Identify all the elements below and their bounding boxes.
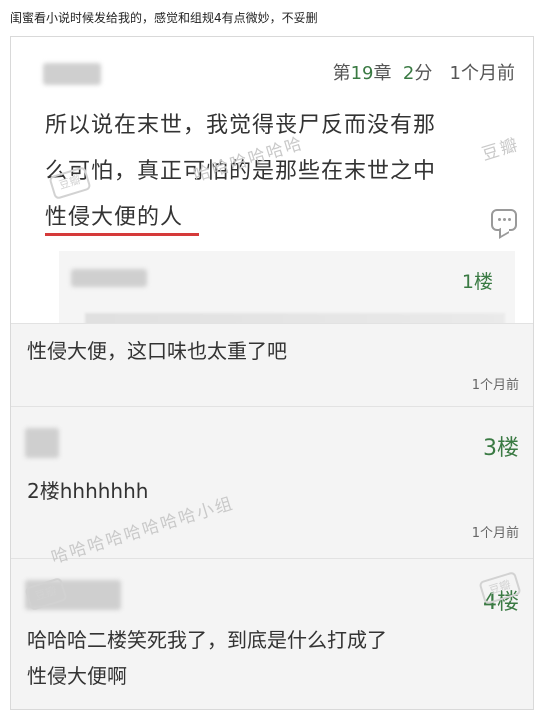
comment-bubble-icon[interactable] [491, 209, 517, 231]
highlight-underline [45, 233, 199, 236]
divider [11, 406, 533, 407]
score-suffix: 分 [414, 63, 433, 84]
reply-time: 1个月前 [471, 378, 519, 393]
divider [11, 558, 533, 559]
reply-time: 1个月前 [471, 526, 519, 541]
reply-line-1: 哈哈哈二楼笑死我了，到底是什么打成了 [27, 628, 387, 652]
chapter-suffix: 章 [373, 63, 392, 84]
blurred-avatar [25, 428, 59, 458]
reply-line-2: 性侵大便啊 [27, 664, 127, 688]
score-number: 2 [402, 63, 415, 84]
blurred-username [43, 63, 101, 85]
screenshot-frame: 第19章 2分 1个月前 所以说在末世，我觉得丧尸反而没有那 么可怕，真正可怕的… [10, 36, 534, 710]
reply-text: 性侵大便，这口味也太重了吧 [27, 339, 287, 363]
replies-panel: 性侵大便，这口味也太重了吧 1个月前 3楼 2楼hhhhhhh 1个月前 4楼 … [11, 323, 533, 709]
comment-body: 所以说在末世，我觉得丧尸反而没有那 么可怕，真正可怕的是那些在末世之中 性侵大便… [45, 103, 485, 241]
comment-meta: 第19章 2分 1个月前 [333, 59, 515, 85]
chapter-prefix: 第 [332, 63, 351, 84]
comment-time: 1个月前 [449, 63, 515, 84]
floor-label: 1楼 [461, 271, 493, 293]
first-reply-box: 1楼 [59, 251, 515, 331]
reply-text: 哈哈哈二楼笑死我了，到底是什么打成了 性侵大便啊 [27, 622, 387, 694]
post-caption: 闺蜜看小说时候发给我的，感觉和组规4有点微妙，不妥删 [10, 11, 318, 25]
reply-text: 2楼hhhhhhh [27, 479, 149, 503]
main-comment: 第19章 2分 1个月前 所以说在末世，我觉得丧尸反而没有那 么可怕，真正可怕的… [11, 37, 533, 331]
blurred-username [71, 269, 147, 287]
floor-label: 3楼 [483, 436, 519, 461]
chapter-number: 19 [350, 63, 374, 84]
